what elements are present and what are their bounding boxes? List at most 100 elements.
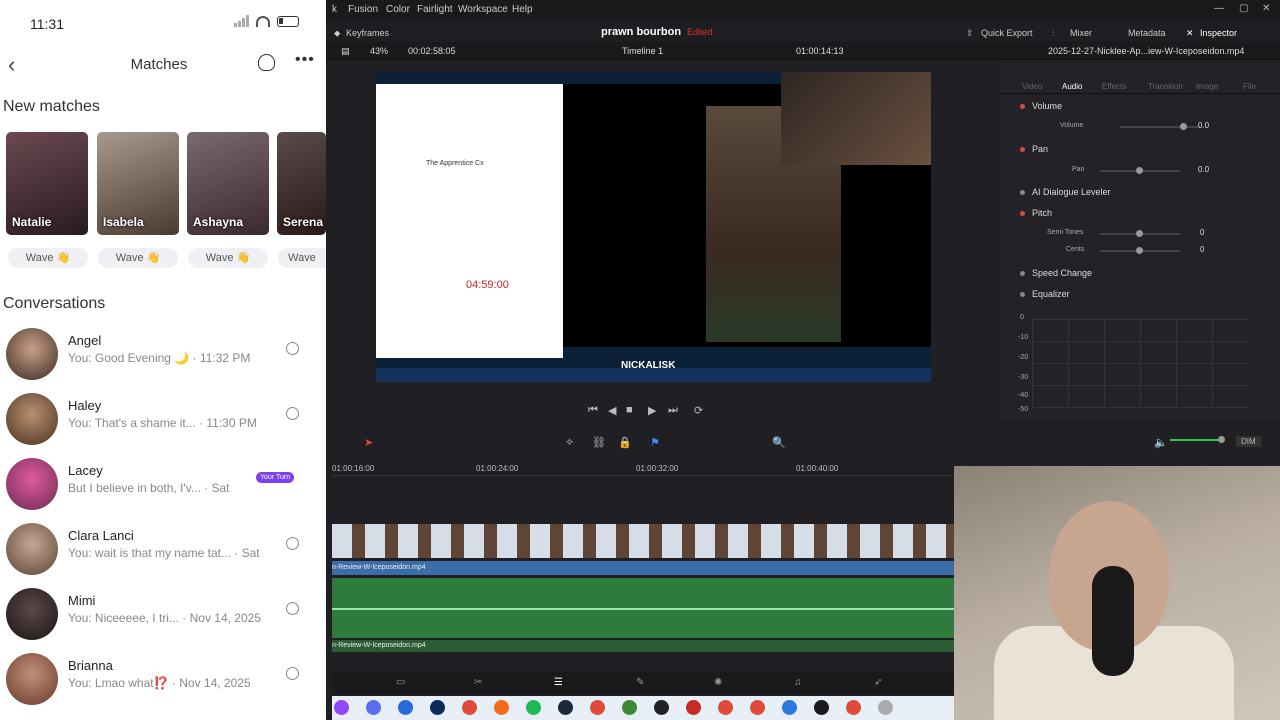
- resolve-icon[interactable]: [814, 700, 829, 715]
- zoom-icon[interactable]: 🔍: [772, 436, 786, 449]
- menu-fairlight[interactable]: Fairlight: [417, 4, 453, 15]
- video-clip-label[interactable]: n-Review-W-Iceposeidon.mp4: [332, 561, 954, 575]
- app-icon[interactable]: [878, 700, 893, 715]
- quick-export-button[interactable]: Quick Export: [981, 28, 1033, 38]
- app-icon[interactable]: [430, 700, 445, 715]
- marker-icon[interactable]: ⚑: [650, 436, 660, 449]
- menu-fusion[interactable]: Fusion: [348, 4, 378, 15]
- twitch-icon[interactable]: [334, 700, 349, 715]
- match-card[interactable]: Serena: [277, 132, 326, 235]
- conversation-row[interactable]: Angel You: Good Evening 🌙 · 11:32 PM: [0, 328, 326, 390]
- speed-change-section[interactable]: Speed Change: [1032, 268, 1092, 278]
- tab-image[interactable]: Image: [1196, 82, 1218, 91]
- eq-enable-dot[interactable]: [1020, 292, 1025, 297]
- wave-button[interactable]: Wave 👋: [98, 248, 178, 268]
- app-icon[interactable]: [622, 700, 637, 715]
- step-back-icon[interactable]: ◀: [608, 404, 616, 417]
- ai-dialogue-leveler[interactable]: AI Dialogue Leveler: [1032, 187, 1111, 197]
- chrome-icon[interactable]: [590, 700, 605, 715]
- app-icon[interactable]: [782, 700, 797, 715]
- color-page-icon[interactable]: ✺: [714, 677, 722, 688]
- slider-knob[interactable]: [1180, 123, 1187, 130]
- minimize-icon[interactable]: —: [1214, 3, 1224, 14]
- pan-slider[interactable]: [1100, 167, 1180, 174]
- conversation-row[interactable]: Clara Lanci You: wait is that my name ta…: [0, 523, 326, 585]
- inspector-icon[interactable]: ✕: [1186, 28, 1194, 39]
- speaker-icon[interactable]: 🔈: [1154, 436, 1168, 449]
- chrome-icon[interactable]: [718, 700, 733, 715]
- conversation-row[interactable]: Haley You: That's a shame it... · 11:30 …: [0, 393, 326, 455]
- wave-button[interactable]: Wave 👋: [8, 248, 88, 268]
- volume-slider[interactable]: [1120, 123, 1200, 130]
- audio-clip-label[interactable]: n-Review-W-Iceposeidon.mp4: [332, 640, 954, 652]
- menu-color[interactable]: Color: [386, 4, 410, 15]
- semitones-slider[interactable]: [1100, 230, 1180, 237]
- cents-value[interactable]: 0: [1200, 245, 1204, 254]
- chrome-icon[interactable]: [846, 700, 861, 715]
- cents-slider[interactable]: [1100, 247, 1180, 254]
- pan-value[interactable]: 0.0: [1198, 165, 1209, 174]
- app-icon[interactable]: [398, 700, 413, 715]
- wave-button[interactable]: Wave: [278, 248, 326, 268]
- dialogue-enable-dot[interactable]: [1020, 190, 1025, 195]
- deliver-page-icon[interactable]: ➶: [874, 677, 882, 688]
- video-viewer[interactable]: The Apprentice Cx 04:59:00 NICKALISK: [376, 72, 931, 382]
- tab-transition[interactable]: Transition: [1148, 82, 1183, 91]
- more-options-icon[interactable]: •••: [295, 51, 315, 69]
- slider-knob[interactable]: [1136, 230, 1143, 237]
- mixer-icon[interactable]: ⫶: [1052, 28, 1054, 39]
- pan-section[interactable]: Pan: [1032, 144, 1048, 154]
- chrome-icon[interactable]: [750, 700, 765, 715]
- snapping-icon[interactable]: ⟡: [566, 436, 573, 449]
- chrome-icon[interactable]: [462, 700, 477, 715]
- pan-enable-dot[interactable]: [1020, 147, 1025, 152]
- tab-file[interactable]: File: [1243, 82, 1256, 91]
- metadata-button[interactable]: Metadata: [1128, 28, 1166, 38]
- volume-value[interactable]: 0.0: [1198, 121, 1209, 130]
- match-card[interactable]: Isabela: [97, 132, 179, 235]
- mixer-button[interactable]: Mixer: [1070, 28, 1092, 38]
- media-page-icon[interactable]: ▭: [396, 677, 405, 688]
- equalizer-graph[interactable]: [1032, 318, 1248, 408]
- fairlight-page-icon[interactable]: ♫: [794, 677, 802, 688]
- pitch-enable-dot[interactable]: [1020, 211, 1025, 216]
- keyframes-button[interactable]: Keyframes: [346, 28, 389, 38]
- conversation-row[interactable]: Lacey But I believe in both, I'v... · Sa…: [0, 458, 326, 520]
- menu-help[interactable]: Help: [512, 4, 533, 15]
- play-icon[interactable]: ▶: [648, 404, 656, 417]
- skip-start-icon[interactable]: ⏮: [588, 404, 598, 417]
- tab-video[interactable]: Video: [1022, 82, 1042, 91]
- speed-enable-dot[interactable]: [1020, 271, 1025, 276]
- maximize-icon[interactable]: ▢: [1239, 3, 1248, 14]
- slider-knob[interactable]: [1136, 247, 1143, 254]
- tab-audio[interactable]: Audio: [1062, 82, 1082, 91]
- inspector-button[interactable]: Inspector: [1200, 28, 1237, 38]
- fusion-page-icon[interactable]: ✎: [636, 677, 644, 688]
- layout-icon[interactable]: ▤: [341, 46, 350, 57]
- quick-export-icon[interactable]: ⇪: [966, 28, 974, 39]
- lock-icon[interactable]: 🔒: [618, 436, 632, 449]
- close-icon[interactable]: ✕: [1262, 3, 1270, 14]
- loop-icon[interactable]: ⟳: [694, 404, 703, 417]
- app-icon[interactable]: [686, 700, 701, 715]
- video-track-thumbnails[interactable]: [332, 524, 954, 558]
- semitones-value[interactable]: 0: [1200, 228, 1204, 237]
- app-icon[interactable]: [494, 700, 509, 715]
- audio-track[interactable]: [332, 578, 954, 638]
- volume-section[interactable]: Volume: [1032, 101, 1062, 111]
- skip-end-icon[interactable]: ⏭: [668, 404, 678, 417]
- conversation-row[interactable]: Brianna You: Lmao what⁉️ · Nov 14, 2025: [0, 653, 326, 715]
- slider-knob[interactable]: [1136, 167, 1143, 174]
- app-icon[interactable]: [654, 700, 669, 715]
- edit-page-icon[interactable]: ☰: [554, 677, 563, 688]
- cut-page-icon[interactable]: ✂: [474, 677, 482, 688]
- monitor-volume-slider[interactable]: [1170, 436, 1225, 443]
- app-icon[interactable]: [366, 700, 381, 715]
- pitch-section[interactable]: Pitch: [1032, 208, 1052, 218]
- equalizer-section[interactable]: Equalizer: [1032, 289, 1070, 299]
- chat-icon[interactable]: [258, 54, 275, 71]
- stop-icon[interactable]: ■: [626, 404, 633, 416]
- slider-knob[interactable]: [1218, 436, 1225, 443]
- link-icon[interactable]: ⛓: [592, 436, 606, 449]
- timeline-selector[interactable]: Timeline 1: [622, 46, 663, 56]
